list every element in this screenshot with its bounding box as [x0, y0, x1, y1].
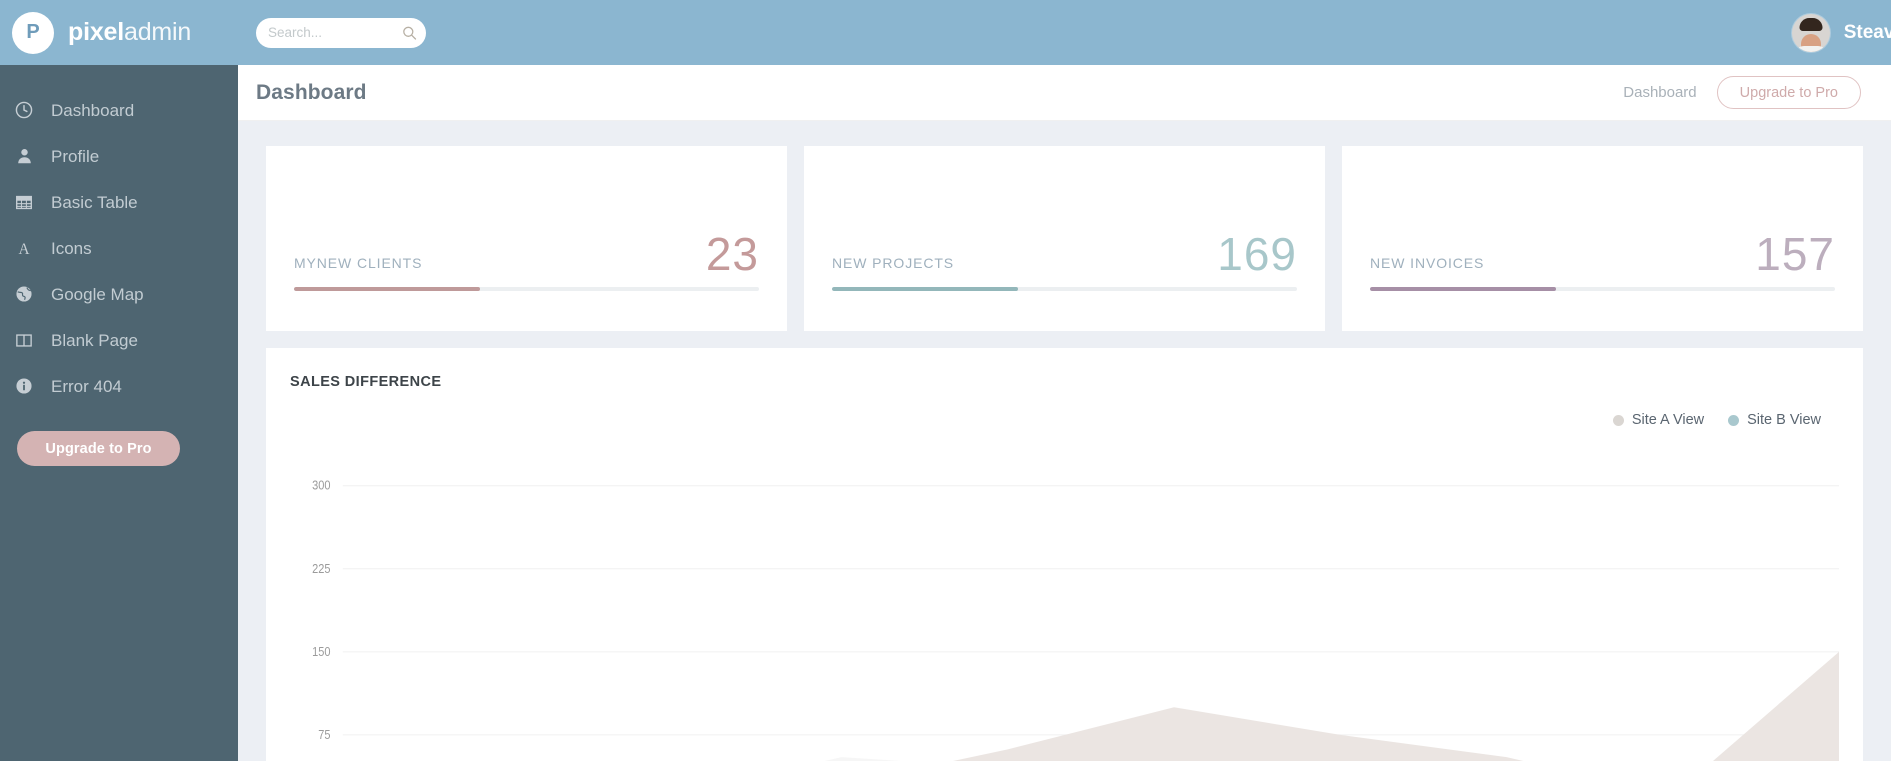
stat-value: 157: [1755, 228, 1835, 281]
chart-title: SALES DIFFERENCE: [290, 374, 442, 390]
table-icon: [14, 192, 34, 212]
brand-logo-letter: P: [26, 21, 40, 43]
avatar-shirt: [1793, 45, 1828, 52]
page-header: Dashboard Dashboard Upgrade to Pro: [238, 65, 1891, 121]
legend-item-site-b[interactable]: Site B View: [1728, 412, 1821, 428]
avatar: [1791, 13, 1830, 52]
sidebar-item-google-map[interactable]: Google Map: [0, 271, 238, 317]
stat-progress-fill: [1370, 287, 1556, 291]
legend-label: Site A View: [1631, 412, 1705, 428]
chart-svg: 300 225 150 75: [312, 479, 1839, 761]
stat-card-top: NEW PROJECTS 169: [832, 228, 1297, 281]
sidebar-item-blank-page[interactable]: Blank Page: [0, 317, 238, 363]
breadcrumb[interactable]: Dashboard: [1623, 84, 1696, 101]
search-box[interactable]: [256, 17, 426, 48]
content-area: MYNEW CLIENTS 23 NEW PROJECTS 169 NEW IN…: [238, 121, 1891, 761]
sidebar-item-label: Google Map: [51, 284, 144, 304]
brand-title: pixeladmin: [68, 18, 191, 47]
app-root: P pixeladmin Dashboard Profile Basic Tab…: [0, 0, 1891, 761]
stat-card-top: MYNEW CLIENTS 23: [294, 228, 759, 281]
sidebar-item-basic-table[interactable]: Basic Table: [0, 179, 238, 225]
columns-icon: [14, 330, 34, 350]
font-a-icon: A: [14, 238, 34, 258]
globe-icon: [14, 284, 34, 304]
stat-progress-fill: [294, 287, 480, 291]
legend-dot: [1728, 414, 1740, 426]
page-title: Dashboard: [256, 80, 367, 104]
svg-text:A: A: [18, 241, 29, 257]
sidebar-upgrade-to-pro-button[interactable]: Upgrade to Pro: [17, 431, 180, 466]
legend-label: Site B View: [1747, 412, 1821, 428]
sidebar-nav: Dashboard Profile Basic Table A Icons Go…: [0, 65, 238, 409]
sidebar-item-label: Basic Table: [51, 192, 138, 212]
main-area: Steave Dashboard Dashboard Upgrade to Pr…: [238, 0, 1891, 761]
sidebar-item-icons[interactable]: A Icons: [0, 225, 238, 271]
clock-icon: [14, 100, 34, 120]
sidebar-upgrade-wrap: Upgrade to Pro: [0, 409, 238, 466]
svg-text:75: 75: [318, 728, 331, 742]
stat-progress-track: [1370, 287, 1835, 291]
brand-logo-area[interactable]: P pixeladmin: [0, 0, 238, 65]
sidebar-item-label: Profile: [51, 146, 100, 166]
brand-title-light: admin: [123, 18, 192, 46]
stat-progress-track: [832, 287, 1297, 291]
stat-card-new-clients: MYNEW CLIENTS 23: [266, 146, 787, 331]
user-menu[interactable]: Steave: [1791, 13, 1891, 52]
sales-difference-chart: 300 225 150 75: [290, 458, 1839, 761]
user-name: Steave: [1843, 21, 1891, 43]
sidebar-item-error-404[interactable]: Error 404: [0, 363, 238, 409]
stat-progress-fill: [832, 287, 1018, 291]
user-icon: [14, 146, 34, 166]
sidebar-item-label: Icons: [51, 238, 92, 258]
stat-card-new-projects: NEW PROJECTS 169: [804, 146, 1325, 331]
legend-item-site-a[interactable]: Site A View: [1612, 412, 1705, 428]
stat-card-new-invoices: NEW INVOICES 157: [1342, 146, 1863, 331]
sales-difference-card: SALES DIFFERENCE Site A View Site B View…: [266, 348, 1863, 761]
stat-card-top: NEW INVOICES 157: [1370, 228, 1835, 281]
stat-value: 23: [705, 228, 759, 281]
sidebar-item-label: Dashboard: [51, 100, 135, 120]
sidebar-item-profile[interactable]: Profile: [0, 133, 238, 179]
sidebar-item-dashboard[interactable]: Dashboard: [0, 87, 238, 133]
stat-progress-track: [294, 287, 759, 291]
chart-legend: Site A View Site B View: [1612, 412, 1821, 428]
info-circle-icon: [14, 376, 34, 396]
stat-label: MYNEW CLIENTS: [294, 255, 423, 271]
stats-row: MYNEW CLIENTS 23 NEW PROJECTS 169 NEW IN…: [266, 146, 1863, 331]
svg-text:225: 225: [312, 562, 331, 576]
topbar: Steave: [238, 0, 1891, 65]
search-icon[interactable]: [402, 25, 417, 40]
stat-label: NEW PROJECTS: [832, 255, 955, 271]
upgrade-to-pro-button[interactable]: Upgrade to Pro: [1716, 76, 1861, 109]
avatar-hair: [1799, 17, 1823, 31]
sidebar-item-label: Blank Page: [51, 330, 138, 350]
brand-logo-mark: P: [12, 11, 54, 54]
stat-label: NEW INVOICES: [1370, 255, 1485, 271]
legend-dot: [1612, 414, 1624, 426]
sidebar-item-label: Error 404: [51, 376, 122, 396]
brand-title-bold: pixel: [68, 18, 124, 46]
sidebar: P pixeladmin Dashboard Profile Basic Tab…: [0, 0, 238, 761]
page-header-right: Dashboard Upgrade to Pro: [1623, 76, 1861, 109]
svg-text:150: 150: [312, 645, 331, 659]
stat-value: 169: [1217, 228, 1297, 281]
svg-text:300: 300: [312, 479, 331, 493]
search-input[interactable]: [268, 25, 388, 40]
